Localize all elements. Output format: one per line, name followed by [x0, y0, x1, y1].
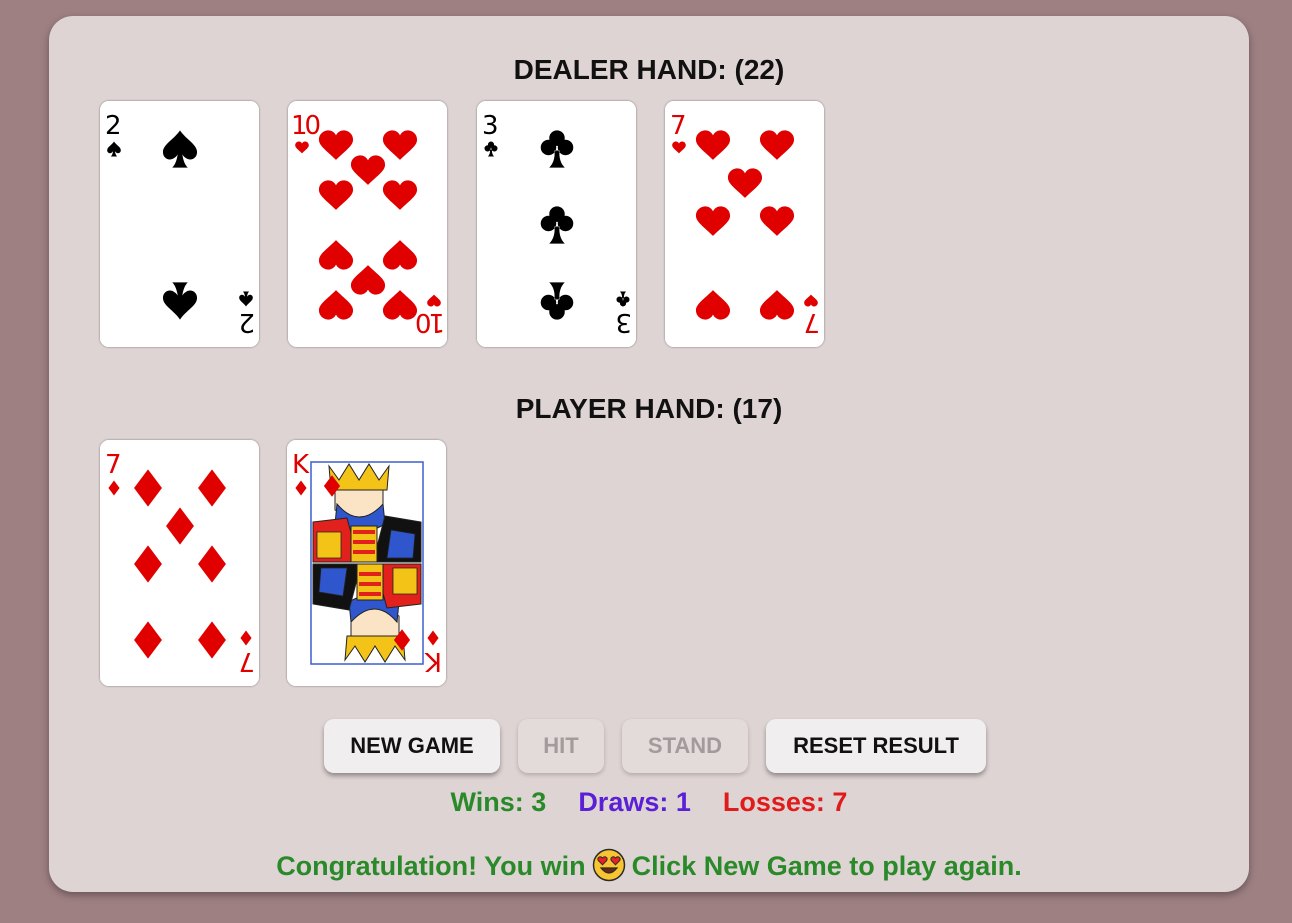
svg-text:7: 7: [670, 111, 687, 141]
result-message-text: Congratulation! You win: [276, 851, 586, 881]
svg-text:10: 10: [291, 111, 320, 141]
player-card-2: KK: [287, 440, 446, 686]
draws-count: Draws: 1: [578, 787, 691, 817]
game-panel: DEALER HAND: (22) 22 10 10 33 77 PLAYER H…: [49, 16, 1249, 892]
svg-text:2: 2: [238, 307, 255, 337]
dealer-card-3: 33: [477, 101, 636, 347]
svg-text:7: 7: [803, 307, 820, 337]
player-card-1: 77: [100, 440, 259, 686]
svg-text:3: 3: [615, 307, 632, 337]
dealer-card-1: 22: [100, 101, 259, 347]
new-game-button[interactable]: NEW GAME: [324, 719, 500, 773]
svg-text:K: K: [424, 646, 442, 676]
svg-text:K: K: [292, 450, 310, 480]
svg-text:2: 2: [105, 111, 122, 141]
player-hand-title: PLAYER HAND: (17): [515, 393, 783, 424]
dealer-card-4: 77: [665, 101, 824, 347]
svg-text:3: 3: [482, 111, 499, 141]
dealer-hand-title: DEALER HAND: (22): [513, 54, 785, 85]
score-board: Wins: 3 Draws: 1 Losses: 7: [49, 786, 1249, 818]
heart-eyes-emoji-icon: [592, 848, 625, 882]
stand-button[interactable]: STAND: [622, 719, 748, 773]
svg-text:7: 7: [238, 646, 255, 676]
svg-text:10: 10: [416, 307, 445, 337]
dealer-card-2: 10 10: [288, 101, 447, 347]
svg-text:7: 7: [105, 450, 122, 480]
result-message-hint: Click New Game to play again.: [631, 851, 1022, 881]
hit-button[interactable]: HIT: [518, 719, 604, 773]
result-message: Congratulation! You win Click New Game t…: [49, 848, 1249, 882]
reset-result-button[interactable]: RESET RESULT: [766, 719, 986, 773]
losses-count: Losses: 7: [722, 787, 848, 817]
wins-count: Wins: 3: [450, 787, 547, 817]
